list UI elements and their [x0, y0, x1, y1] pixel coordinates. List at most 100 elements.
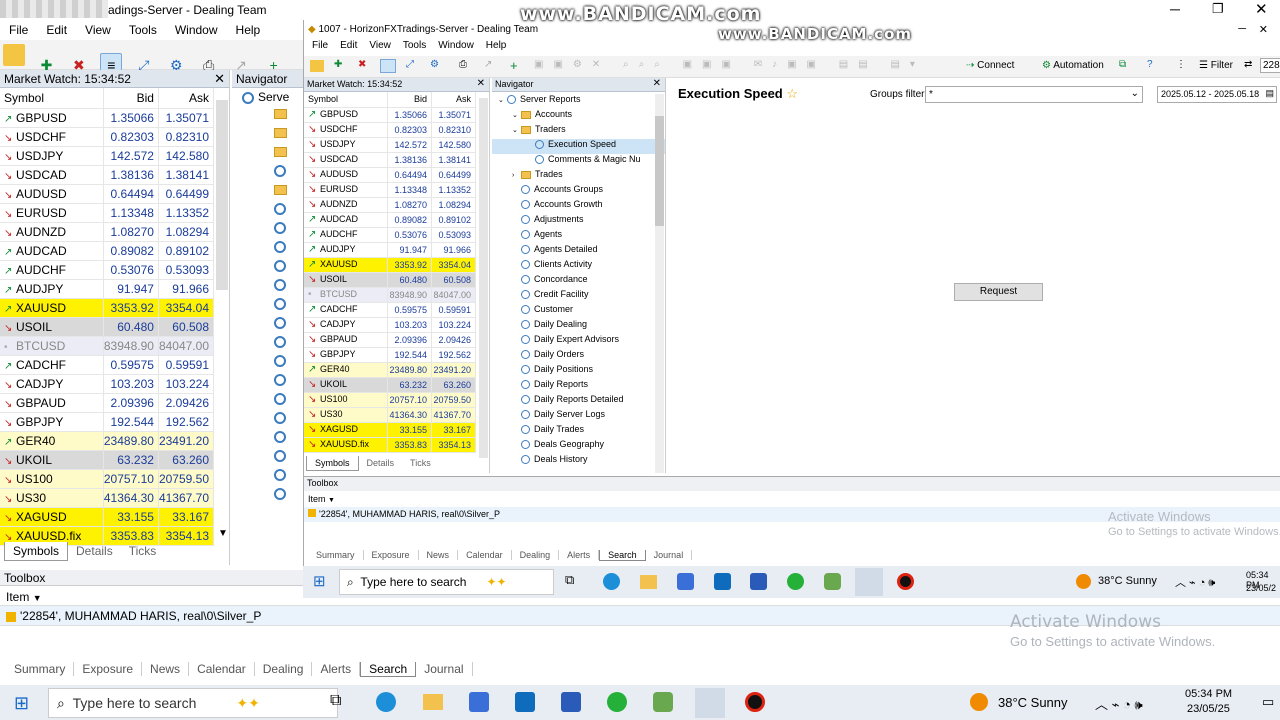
tab-search[interactable]: Search	[599, 550, 646, 561]
chevron-icon[interactable]: ›	[512, 172, 521, 179]
nav-item[interactable]	[232, 144, 307, 163]
menu-view[interactable]: View	[76, 20, 120, 40]
symbol-row[interactable]: ↗ AUDCHF 0.53076 0.53093	[304, 227, 476, 243]
symbol-row[interactable]: ↘ CADJPY 103.203 103.224	[304, 317, 476, 333]
nav-item[interactable]	[232, 125, 307, 144]
symbol-row[interactable]: ↘ US100 20757.10 20759.50	[0, 469, 215, 489]
symbol-row[interactable]: ↘ GBPJPY 192.544 192.562	[0, 412, 215, 432]
symbol-row[interactable]: ↘ EURUSD 1.13348 1.13352	[0, 203, 215, 223]
favorite-star-icon[interactable]: ☆	[786, 86, 798, 101]
symbol-row[interactable]: ↘ USDCHF 0.82303 0.82310	[0, 127, 215, 147]
mt5-manager-icon[interactable]	[855, 568, 883, 596]
tab-calendar[interactable]: Calendar	[189, 662, 255, 676]
open-folder-icon[interactable]	[310, 60, 324, 72]
nav-item[interactable]: Daily Orders	[492, 349, 665, 364]
symbol-row[interactable]: ↗ AUDCHF 0.53076 0.53093	[0, 260, 215, 280]
tray-icons[interactable]: ︿ ⌁ ◔ 🕪	[1175, 574, 1215, 590]
nav-item[interactable]: Credit Facility	[492, 289, 665, 304]
symbol-row[interactable]: ↗ CADCHF 0.59575 0.59591	[304, 302, 476, 318]
remove-user-icon[interactable]: ✖	[358, 59, 366, 70]
symbol-row[interactable]: ↗ GER40 23489.80 23491.20	[304, 362, 476, 378]
whatsapp-icon[interactable]	[607, 692, 627, 712]
login-field[interactable]: 2285	[1260, 58, 1280, 73]
minimize-icon[interactable]: ─	[1238, 23, 1246, 35]
nav-item[interactable]: Comments & Magic Nu	[492, 154, 665, 169]
scrollbar[interactable]	[479, 98, 488, 458]
tab-symbols[interactable]: Symbols	[4, 542, 69, 561]
tab-search[interactable]: Search	[360, 662, 417, 677]
tab-exposure[interactable]: Exposure	[364, 550, 419, 560]
col-bid[interactable]: Bid	[103, 88, 159, 109]
minimize-icon[interactable]: ─	[1170, 1, 1180, 17]
nav-item[interactable]: Daily Reports	[492, 379, 665, 394]
nav-item[interactable]	[232, 239, 307, 258]
taskbar-search-input[interactable]: ⌕ Type here to search ✦✦	[48, 688, 338, 718]
nav-item[interactable]: Accounts Groups	[492, 184, 665, 199]
nav-item[interactable]	[232, 467, 307, 486]
weather-text[interactable]: 38°C Sunny	[1098, 575, 1157, 587]
bandicam-icon[interactable]	[897, 573, 914, 590]
symbol-row[interactable]: ↘ AUDNZD 1.08270 1.08294	[304, 197, 476, 213]
nav-item[interactable]	[232, 334, 307, 353]
mt5-manager-icon[interactable]	[695, 688, 725, 718]
close-icon[interactable]: ✕	[1259, 23, 1268, 36]
plus-icon[interactable]: +	[510, 58, 518, 73]
bandicam-icon[interactable]	[745, 692, 765, 712]
automation-button[interactable]: ⚙ Automation	[1042, 60, 1104, 71]
nav-item[interactable]: Daily Expert Advisors	[492, 334, 665, 349]
symbol-row[interactable]: ↘ AUDUSD 0.64494 0.64499	[0, 184, 215, 204]
scroll-down-icon[interactable]: ▼	[218, 528, 228, 539]
tab-journal[interactable]: Journal	[416, 662, 473, 676]
symbol-row[interactable]: ↗ AUDCAD 0.89082 0.89102	[0, 241, 215, 261]
file-explorer-icon[interactable]	[423, 694, 443, 710]
mt5-icon[interactable]	[824, 573, 841, 590]
symbol-row[interactable]: ↗ GER40 23489.80 23491.20	[0, 431, 215, 451]
col-ask[interactable]: Ask	[158, 88, 215, 109]
whatsapp-icon[interactable]	[787, 573, 804, 590]
request-button[interactable]: Request	[954, 283, 1043, 301]
help-icon[interactable]: ?	[1147, 59, 1153, 70]
symbol-row[interactable]: ↘ GBPAUD 2.09396 2.09426	[304, 332, 476, 348]
nav-item[interactable]	[232, 258, 307, 277]
nav-item[interactable]	[232, 391, 307, 410]
filter-button[interactable]: ☰ Filter	[1199, 60, 1233, 71]
nav-item[interactable]	[232, 372, 307, 391]
menu-edit[interactable]: Edit	[37, 20, 76, 40]
menu-edit[interactable]: Edit	[334, 40, 363, 51]
chevron-icon[interactable]: ⌄	[512, 111, 521, 119]
store-icon[interactable]	[469, 692, 489, 712]
file-explorer-icon[interactable]	[640, 575, 657, 589]
symbol-row[interactable]: ↘ CADJPY 103.203 103.224	[0, 374, 215, 394]
col-symbol[interactable]: Symbol	[304, 92, 389, 108]
nav-item[interactable]: Daily Positions	[492, 364, 665, 379]
store-icon[interactable]	[677, 573, 694, 590]
symbol-row[interactable]: ↘ US30 41364.30 41367.70	[0, 488, 215, 508]
col-symbol[interactable]: Symbol	[0, 88, 104, 109]
symbol-row[interactable]: ↘ GBPAUD 2.09396 2.09426	[0, 393, 215, 413]
nav-item[interactable]: Accounts Growth	[492, 199, 665, 214]
tab-symbols[interactable]: Symbols	[306, 456, 359, 471]
windows-start-icon[interactable]: ⊞	[313, 572, 326, 590]
tab-news[interactable]: News	[142, 662, 190, 676]
date-range-picker[interactable]: 2025.05.12 - 2025.05.18 ▤	[1157, 86, 1277, 103]
nav-item[interactable]	[232, 410, 307, 429]
tray-icons[interactable]: ︿ ⌁ ◔ 🕪	[1095, 694, 1143, 713]
edge-icon[interactable]	[603, 573, 620, 590]
link-icon[interactable]: ↗	[484, 59, 492, 70]
word-icon[interactable]	[750, 573, 767, 590]
menu-tools[interactable]: Tools	[120, 20, 166, 40]
notification-icon[interactable]: ▭	[1262, 694, 1274, 710]
print-icon[interactable]: ⎙	[459, 59, 467, 70]
clock-time[interactable]: 05:34 PM	[1185, 688, 1232, 700]
symbol-row[interactable]: ↘ GBPJPY 192.544 192.562	[304, 347, 476, 363]
task-view-icon[interactable]: ⧉	[330, 692, 341, 710]
menu-file[interactable]: File	[0, 20, 37, 40]
add-user-icon[interactable]: ✚	[334, 59, 342, 70]
symbol-row[interactable]: ↘ USOIL 60.480 60.508	[304, 272, 476, 288]
nav-item[interactable]	[232, 220, 307, 239]
tab-ticks[interactable]: Ticks	[121, 542, 165, 560]
tab-summary[interactable]: Summary	[308, 550, 364, 560]
nav-item[interactable]: Concordance	[492, 274, 665, 289]
nav-item[interactable]	[232, 182, 307, 201]
menu-help[interactable]: Help	[227, 20, 270, 40]
